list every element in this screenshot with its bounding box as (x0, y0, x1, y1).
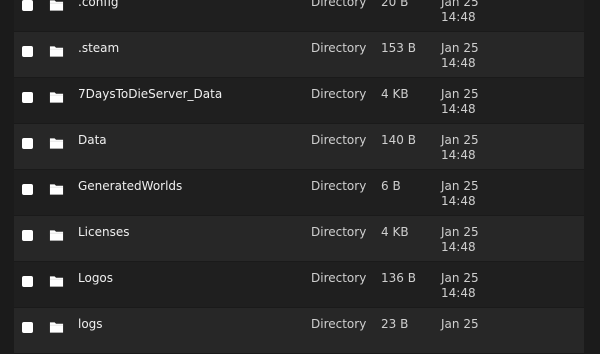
file-size: 20 B (381, 0, 409, 9)
modified-date: Jan 25 (441, 0, 479, 9)
folder-icon (49, 230, 64, 241)
file-type: Directory (311, 41, 367, 55)
modified-date: Jan 25 (441, 225, 479, 239)
modified-time: 14:48 (441, 10, 476, 24)
file-name[interactable]: 7DaysToDieServer_Data (78, 87, 222, 101)
file-modified: Jan 25 14:48 (441, 179, 479, 209)
file-modified: Jan 25 (441, 317, 479, 332)
modified-time: 14:48 (441, 240, 476, 254)
file-type: Directory (311, 317, 367, 331)
list-item[interactable]: .steam Directory 153 B Jan 25 14:48 (14, 32, 584, 78)
file-name[interactable]: Licenses (78, 225, 130, 239)
folder-icon (49, 184, 64, 195)
file-type: Directory (311, 87, 367, 101)
select-checkbox[interactable] (22, 46, 33, 57)
file-type: Directory (311, 179, 367, 193)
modified-date: Jan 25 (441, 133, 479, 147)
file-modified: Jan 25 14:48 (441, 0, 479, 25)
select-checkbox[interactable] (22, 138, 33, 149)
folder-icon (49, 0, 64, 11)
file-list: .config Directory 20 B Jan 25 14:48 .ste… (0, 0, 600, 354)
list-item[interactable]: 7DaysToDieServer_Data Directory 4 KB Jan… (14, 78, 584, 124)
file-name[interactable]: Data (78, 133, 107, 147)
file-name[interactable]: GeneratedWorlds (78, 179, 182, 193)
select-checkbox[interactable] (22, 92, 33, 103)
file-name[interactable]: .steam (78, 41, 119, 55)
file-type: Directory (311, 225, 367, 239)
modified-date: Jan 25 (441, 271, 479, 285)
file-size: 6 B (381, 179, 401, 193)
modified-time: 14:48 (441, 148, 476, 162)
folder-icon (49, 92, 64, 103)
file-size: 153 B (381, 41, 416, 55)
file-modified: Jan 25 14:48 (441, 41, 479, 71)
file-name[interactable]: logs (78, 317, 103, 331)
folder-icon (49, 138, 64, 149)
modified-time: 14:48 (441, 102, 476, 116)
file-modified: Jan 25 14:48 (441, 87, 479, 117)
select-checkbox[interactable] (22, 184, 33, 195)
folder-icon (49, 322, 64, 333)
list-item[interactable]: Logos Directory 136 B Jan 25 14:48 (14, 262, 584, 308)
modified-time: 14:48 (441, 56, 476, 70)
file-size: 4 KB (381, 87, 409, 101)
folder-icon (49, 276, 64, 287)
list-item[interactable]: Licenses Directory 4 KB Jan 25 14:48 (14, 216, 584, 262)
file-type: Directory (311, 133, 367, 147)
list-item[interactable]: GeneratedWorlds Directory 6 B Jan 25 14:… (14, 170, 584, 216)
file-type: Directory (311, 0, 367, 9)
file-size: 23 B (381, 317, 409, 331)
modified-date: Jan 25 (441, 41, 479, 55)
file-type: Directory (311, 271, 367, 285)
folder-icon (49, 46, 64, 57)
file-size: 136 B (381, 271, 416, 285)
select-checkbox[interactable] (22, 0, 33, 11)
modified-date: Jan 25 (441, 179, 479, 193)
list-item[interactable]: .config Directory 20 B Jan 25 14:48 (14, 0, 584, 32)
select-checkbox[interactable] (22, 276, 33, 287)
select-checkbox[interactable] (22, 322, 33, 333)
modified-time: 14:48 (441, 286, 476, 300)
modified-date: Jan 25 (441, 317, 479, 331)
file-name[interactable]: Logos (78, 271, 113, 285)
modified-date: Jan 25 (441, 87, 479, 101)
file-modified: Jan 25 14:48 (441, 225, 479, 255)
list-item[interactable]: logs Directory 23 B Jan 25 (14, 308, 584, 354)
file-size: 4 KB (381, 225, 409, 239)
file-name[interactable]: .config (78, 0, 119, 9)
select-checkbox[interactable] (22, 230, 33, 241)
file-size: 140 B (381, 133, 416, 147)
list-item[interactable]: Data Directory 140 B Jan 25 14:48 (14, 124, 584, 170)
file-modified: Jan 25 14:48 (441, 271, 479, 301)
file-modified: Jan 25 14:48 (441, 133, 479, 163)
modified-time: 14:48 (441, 194, 476, 208)
